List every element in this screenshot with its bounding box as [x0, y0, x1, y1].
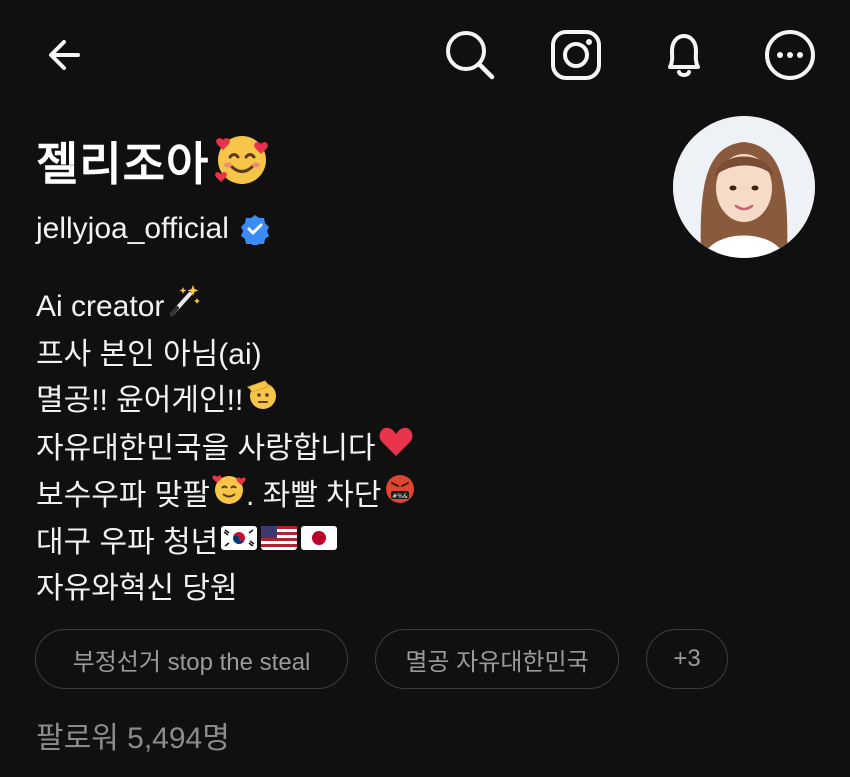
profile-avatar[interactable]	[673, 116, 815, 258]
bio-line-text: 자유와혁신 당원	[36, 571, 238, 605]
cursing-face-icon: #%&	[383, 472, 417, 520]
bio-line: 멸공!! 윤어게인!!	[36, 377, 417, 425]
bio-line: 자유와혁신 당원	[36, 566, 417, 612]
chip-myeolgong[interactable]: 멸공 자유대한민국	[375, 629, 619, 689]
smiling-face-with-hearts-icon	[212, 472, 246, 520]
bio-line: 대구 우파 청년	[36, 520, 417, 566]
bio-line-text: 대구 우파 청년	[36, 525, 219, 559]
japan-flag-icon	[300, 520, 338, 566]
chip-more[interactable]: +3	[646, 629, 728, 689]
bio-line-text: Ai creator	[36, 290, 165, 323]
bio-line-text: 보수우파 맞팔	[36, 479, 210, 513]
bio-line-text: 프사 본인 아님(ai)	[36, 337, 262, 371]
verified-badge-icon	[239, 213, 271, 247]
followers-count[interactable]: 팔로워 5,494명	[36, 713, 230, 757]
bio-line: Ai creator	[36, 282, 417, 332]
saluting-face-icon	[245, 377, 279, 425]
bio-line: 자유대한민국을 사랑합니다	[36, 425, 417, 473]
bio-line-text: 멸공!! 윤어게인!!	[36, 384, 244, 418]
bio-line-suffix: . 좌빨 차단	[245, 479, 382, 513]
bell-icon[interactable]	[656, 27, 712, 83]
profile-handle[interactable]: jellyjoa_official	[36, 212, 229, 246]
chip-stop-the-steal[interactable]: 부정선거 stop the steal	[35, 629, 348, 689]
top-bar	[0, 0, 850, 110]
instagram-icon[interactable]	[548, 27, 604, 83]
bio-line-text: 자유대한민국을 사랑합니다	[36, 431, 376, 465]
bio-line: 보수우파 맞팔 . 좌빨 차단 #%&	[36, 472, 417, 520]
interest-chips: 부정선거 stop the steal 멸공 자유대한민국 +3	[35, 629, 728, 689]
back-arrow-icon[interactable]	[42, 30, 92, 80]
bio-line: 프사 본인 아님(ai)	[36, 332, 417, 378]
more-options-icon[interactable]	[762, 27, 818, 83]
profile-name-row: 젤리조아	[36, 128, 271, 194]
magic-wand-icon	[166, 282, 202, 332]
profile-bio: Ai creator 프사 본인 아님(ai) 멸공!! 윤어게인!! 자유대한…	[36, 282, 417, 611]
smiling-face-with-hearts-icon	[213, 130, 271, 192]
search-icon[interactable]	[442, 27, 498, 83]
korea-flag-icon	[220, 520, 258, 566]
red-heart-icon	[378, 425, 414, 473]
usa-flag-icon	[260, 520, 298, 566]
profile-handle-row: jellyjoa_official	[36, 212, 271, 247]
svg-text:#%&: #%&	[393, 493, 409, 500]
profile-display-name: 젤리조아	[36, 137, 210, 191]
